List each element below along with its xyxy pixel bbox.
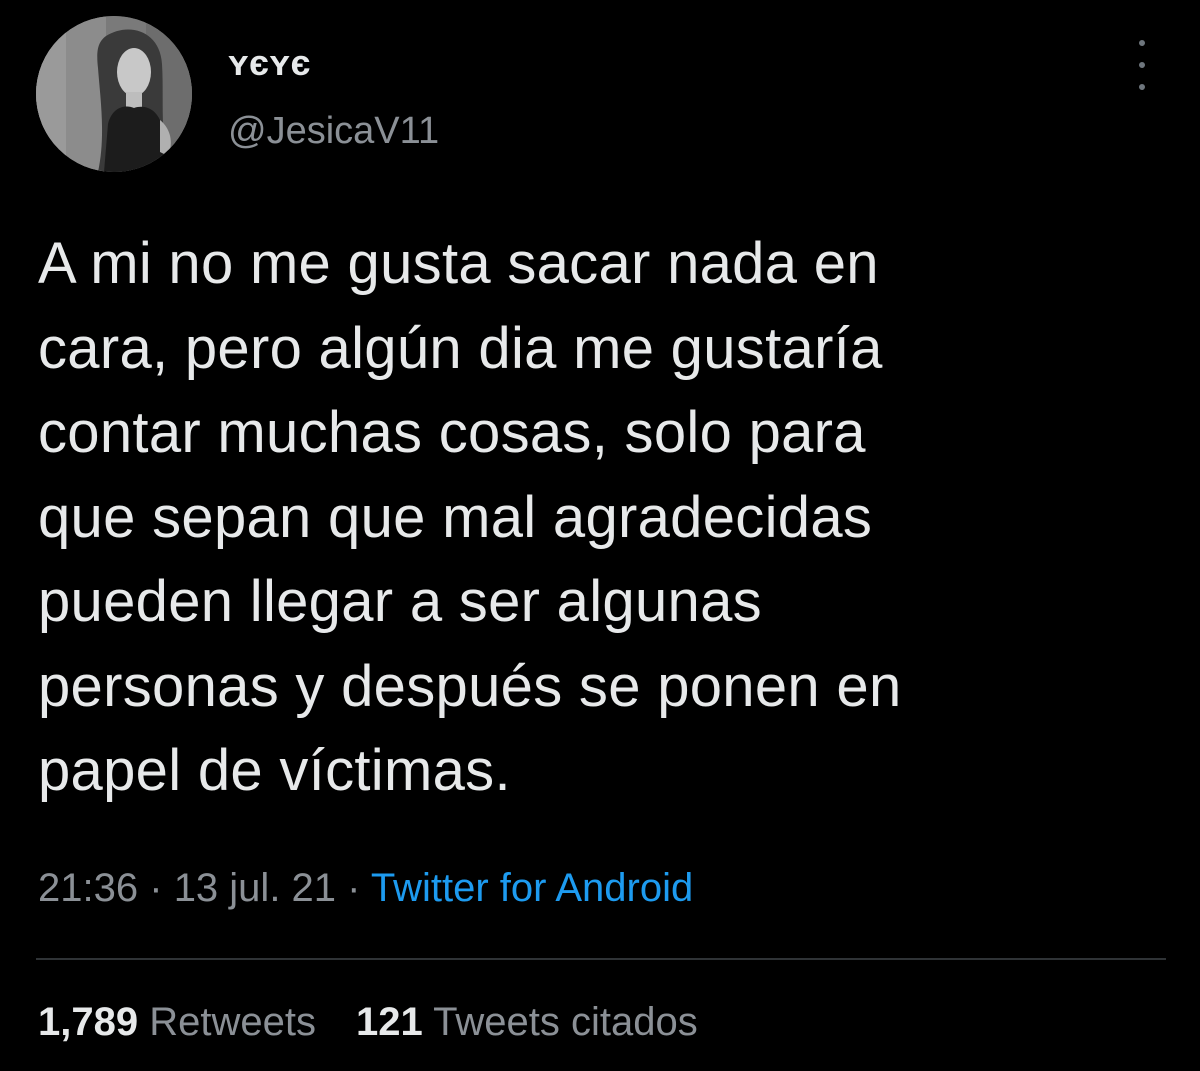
tweet-text: A mi no me gusta sacar nada en cara, per…	[38, 231, 902, 803]
meta-separator: ·	[149, 866, 163, 910]
retweets-label: Retweets	[149, 1000, 316, 1044]
avatar-image	[36, 16, 192, 172]
display-name[interactable]: ʏєʏє	[228, 42, 311, 84]
user-handle[interactable]: @JesicaV11	[228, 110, 439, 153]
tweet-meta: 21:36 · 13 jul. 21 · Twitter for Android	[38, 866, 693, 911]
tweet-time[interactable]: 21:36	[38, 866, 138, 910]
avatar[interactable]	[36, 16, 192, 172]
meta-separator: ·	[347, 866, 361, 910]
retweets-stat[interactable]: 1,789 Retweets	[38, 1000, 316, 1044]
quotes-count: 121	[355, 1000, 423, 1044]
tweet-date[interactable]: 13 jul. 21	[174, 866, 336, 910]
divider	[36, 958, 1166, 960]
more-dot	[1139, 62, 1145, 68]
more-dot	[1139, 84, 1145, 90]
more-vertical-icon[interactable]	[1128, 40, 1156, 90]
tweet: ʏєʏє @JesicaV11 A mi no me gusta sacar n…	[0, 0, 1200, 1071]
tweet-source-link[interactable]: Twitter for Android	[371, 866, 693, 910]
quotes-stat[interactable]: 121 Tweets citados	[356, 1000, 698, 1044]
more-dot	[1139, 40, 1145, 46]
quotes-label: Tweets citados	[433, 1000, 698, 1044]
tweet-stats: 1,789 Retweets 121 Tweets citados	[38, 1000, 698, 1045]
retweets-count: 1,789	[38, 1000, 139, 1044]
